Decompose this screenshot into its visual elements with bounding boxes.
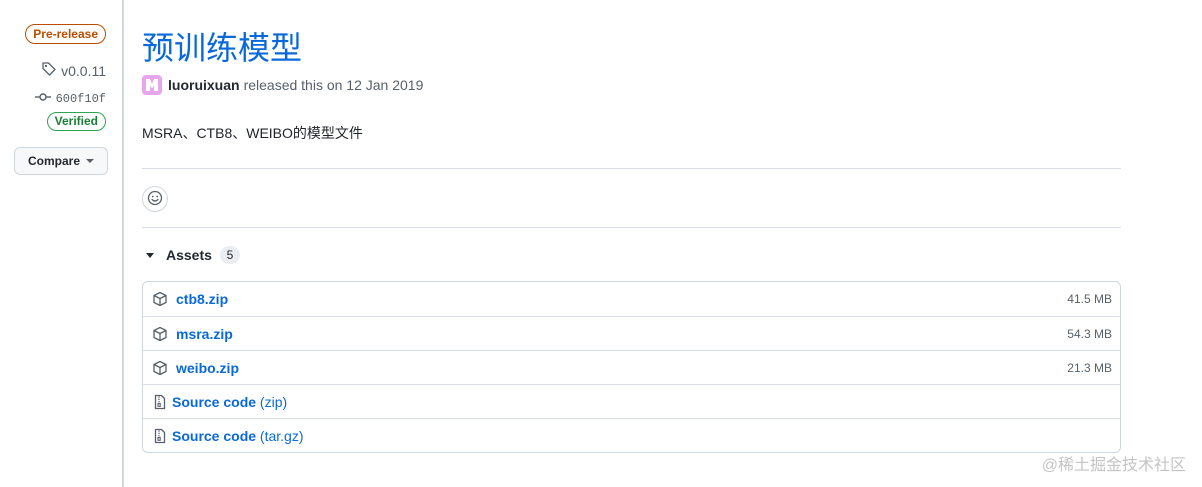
source-code-label: Source code [172,427,257,444]
release-byline: luoruixuan released this on 12 Jan 2019 [142,75,423,95]
source-code-label: Source code [172,393,257,410]
file-zip-icon [152,428,168,444]
compare-label: Compare [27,154,80,168]
asset-row-msra: msra.zip 54.3 MB [143,316,1120,350]
asset-row-weibo: weibo.zip 21.3 MB [143,350,1120,384]
avatar[interactable] [142,75,162,95]
commit-link[interactable]: 600f10f [34,89,106,109]
release-description: MSRA、CTB8、WEIBO的模型文件 [142,125,363,141]
release-sidebar: Pre-release v0.0.11 600f10f Verified Com… [0,0,124,487]
assets-toggle[interactable]: Assets 5 [146,246,240,264]
released-text: released this on 12 Jan 2019 [243,77,424,93]
divider [142,168,1121,169]
prerelease-badge: Pre-release [25,24,106,44]
asset-row-ctb8: ctb8.zip 41.5 MB [143,282,1120,316]
asset-link[interactable]: msra.zip [176,326,1067,342]
smiley-icon [147,190,163,209]
package-icon [152,291,168,307]
divider [142,227,1121,228]
assets-label: Assets [166,247,212,263]
assets-list: ctb8.zip 41.5 MB msra.zip 54.3 MB weibo.… [142,281,1121,453]
source-code-targz-link[interactable]: Source code (tar.gz) [172,428,1112,444]
asset-size: 41.5 MB [1067,292,1112,306]
release-title[interactable]: 预训练模型 [142,26,302,70]
tag-link[interactable]: v0.0.11 [41,61,106,80]
asset-row-source-targz: Source code (tar.gz) [143,418,1120,452]
add-reaction-button[interactable] [142,186,168,212]
asset-row-source-zip: Source code (zip) [143,384,1120,418]
watermark: @稀土掘金技术社区 [1041,457,1186,474]
commit-hash: 600f10f [55,92,106,106]
source-code-zip-link[interactable]: Source code (zip) [172,394,1112,410]
tag-label: v0.0.11 [61,62,106,79]
asset-size: 54.3 MB [1067,326,1112,341]
assets-count: 5 [219,246,240,264]
compare-button[interactable]: Compare [14,147,108,175]
source-code-ext: (tar.gz) [259,427,304,444]
commit-icon [34,89,51,109]
package-icon [152,360,168,376]
verified-badge[interactable]: Verified [46,112,106,131]
tag-icon [41,61,57,80]
asset-link[interactable]: ctb8.zip [176,291,1067,307]
file-zip-icon [152,394,168,410]
source-code-ext: (zip) [259,393,288,410]
author-link[interactable]: luoruixuan [168,77,240,93]
asset-size: 21.3 MB [1067,360,1112,375]
triangle-down-icon [146,252,154,258]
chevron-down-icon [86,159,94,163]
package-icon [152,326,168,342]
asset-link[interactable]: weibo.zip [176,360,1067,376]
